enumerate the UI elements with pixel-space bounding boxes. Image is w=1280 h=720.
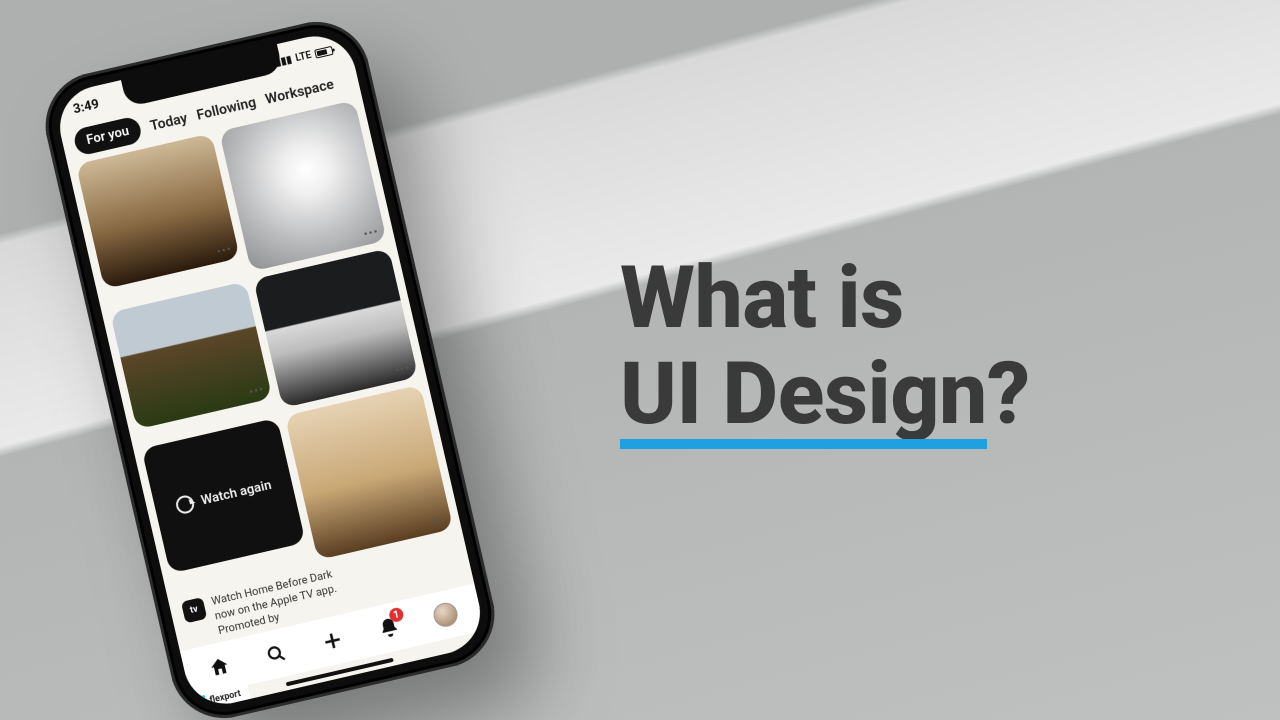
headline-line1: What is: [620, 250, 1030, 346]
pin-card[interactable]: •••: [253, 248, 418, 408]
pin-card[interactable]: •••: [110, 281, 272, 429]
more-icon[interactable]: •••: [362, 224, 380, 241]
headline: What is UI Design?: [620, 250, 1030, 443]
profile-avatar[interactable]: [425, 594, 466, 635]
status-time: 3:49: [72, 96, 101, 116]
battery-icon: [314, 45, 334, 58]
notifications-icon[interactable]: 1: [369, 607, 410, 648]
hero-stage: What is UI Design? 3:49 ▮▮▮▮ LTE For you…: [0, 0, 1280, 720]
headline-line2: UI Design?: [620, 346, 1030, 442]
phone-mockup: 3:49 ▮▮▮▮ LTE For you Today Following Wo…: [35, 11, 505, 720]
appletv-icon: tv: [181, 597, 207, 623]
more-icon[interactable]: •••: [248, 382, 266, 399]
tab-workspace[interactable]: Workspace: [264, 76, 336, 107]
phone-screen: 3:49 ▮▮▮▮ LTE For you Today Following Wo…: [52, 28, 488, 712]
watch-again-label: Watch again: [200, 477, 273, 508]
tab-today[interactable]: Today: [149, 110, 189, 134]
home-icon[interactable]: [199, 647, 240, 688]
add-icon[interactable]: [312, 620, 353, 661]
pin-card[interactable]: •••: [219, 100, 387, 272]
headline-qmark: ?: [987, 343, 1030, 444]
feed-grid: ••• ••• ••• ••• Watch again ••• tv Watch…: [76, 100, 466, 648]
more-icon[interactable]: •••: [215, 242, 233, 259]
more-icon[interactable]: •••: [394, 361, 412, 378]
avatar: [431, 600, 460, 629]
tab-following[interactable]: Following: [195, 94, 257, 123]
replay-icon: [174, 494, 196, 516]
headline-underlined: UI Design: [620, 346, 987, 442]
pin-card[interactable]: •••: [285, 385, 454, 560]
more-icon[interactable]: •••: [429, 513, 447, 530]
status-carrier: LTE: [294, 49, 312, 63]
pin-card-watch-again[interactable]: Watch again: [141, 418, 305, 574]
search-icon[interactable]: [256, 634, 297, 675]
